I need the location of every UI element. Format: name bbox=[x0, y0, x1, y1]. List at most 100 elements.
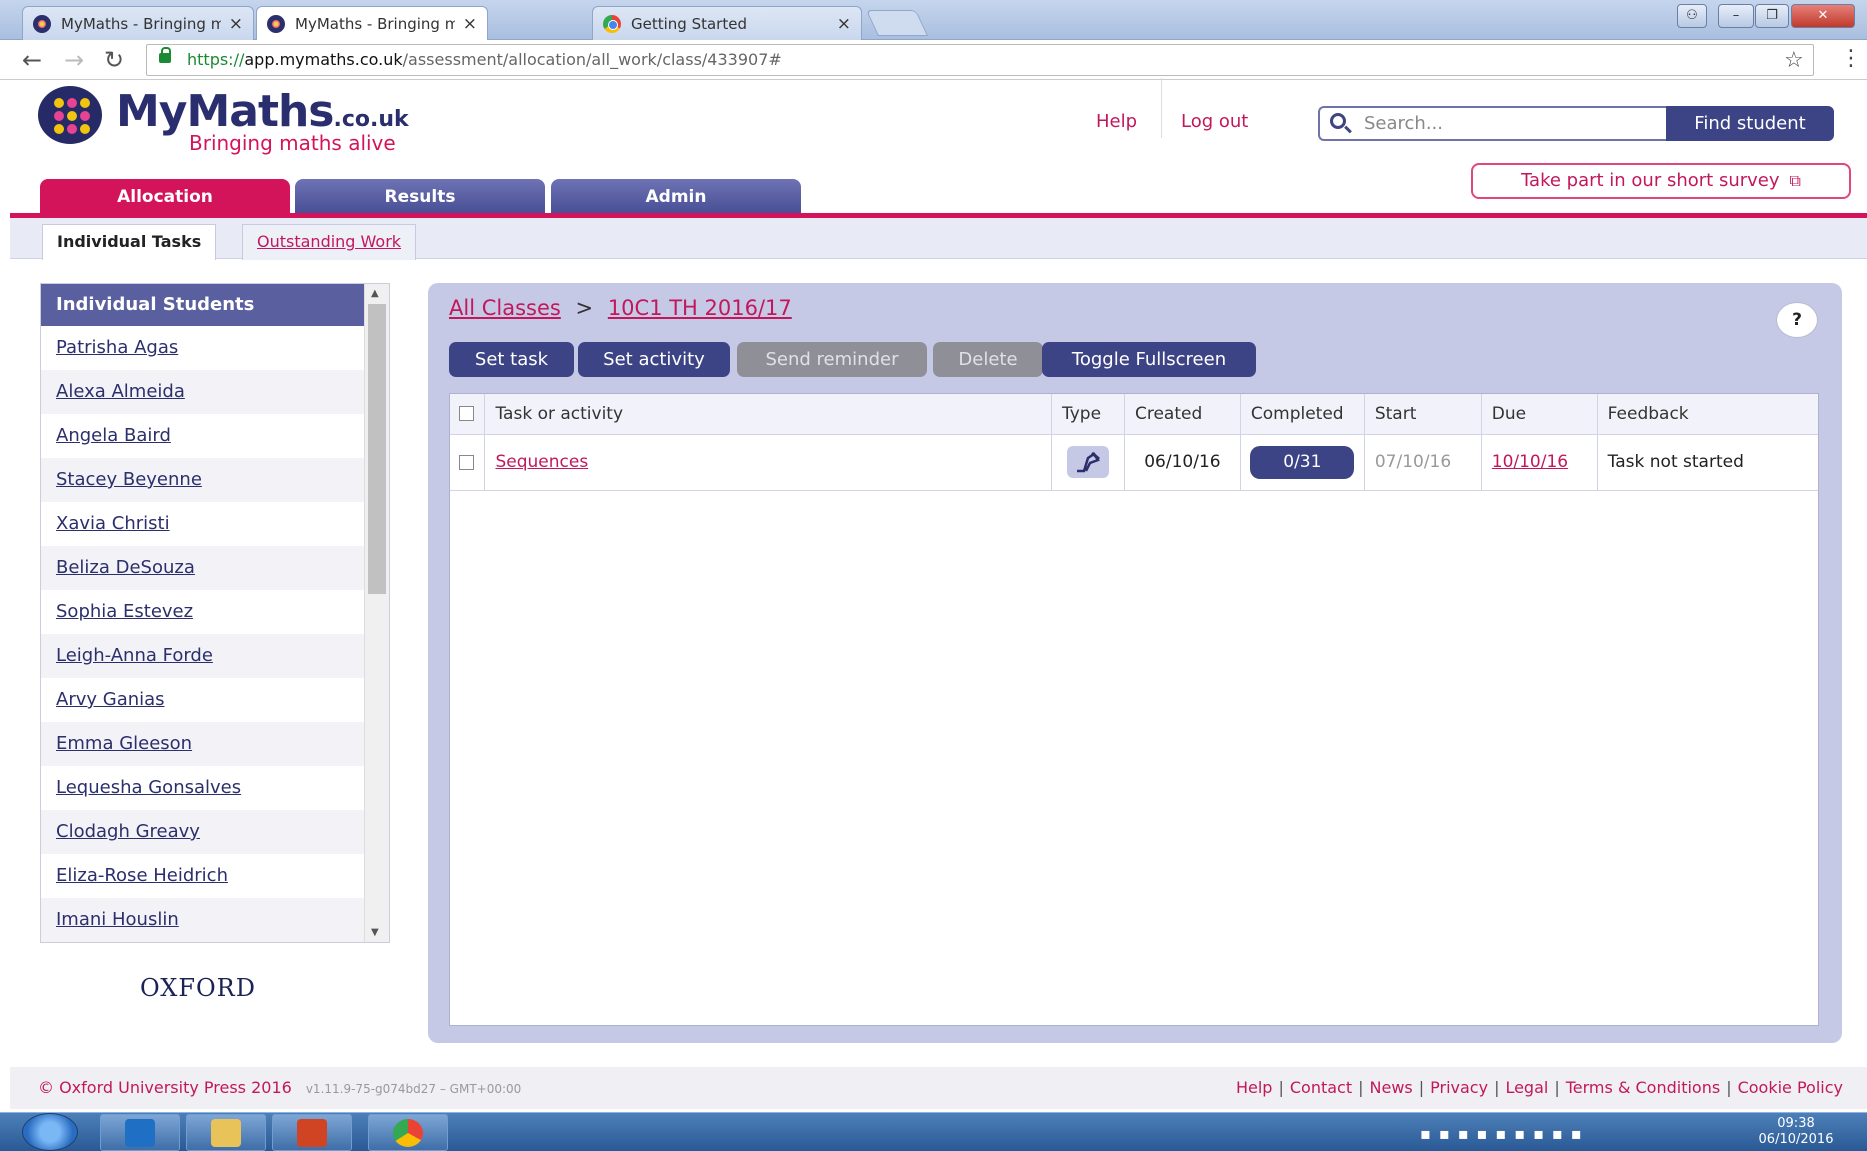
student-link[interactable]: Clodagh Greavy bbox=[41, 810, 364, 854]
new-tab-button[interactable] bbox=[865, 10, 929, 36]
windows-start-icon[interactable] bbox=[22, 1113, 78, 1151]
table-header-row: Task or activity Type Created Completed … bbox=[450, 394, 1818, 435]
footer-link-help[interactable]: Help bbox=[1236, 1078, 1272, 1097]
site-tagline: Bringing maths alive bbox=[189, 131, 396, 155]
search-icon bbox=[1330, 113, 1346, 129]
delete-button[interactable]: Delete bbox=[933, 342, 1043, 377]
breadcrumb-all-classes[interactable]: All Classes bbox=[449, 296, 561, 320]
scroll-up-icon[interactable]: ▲ bbox=[371, 288, 379, 299]
browser-tab[interactable]: MyMaths - Bringing mat × bbox=[22, 6, 254, 40]
student-link[interactable]: Eliza-Rose Heidrich bbox=[41, 854, 364, 898]
url-field[interactable]: https://app.mymaths.co.uk/assessment/all… bbox=[146, 44, 1814, 76]
close-window-icon[interactable]: ✕ bbox=[1791, 4, 1855, 28]
col-completed[interactable]: Completed bbox=[1240, 394, 1365, 435]
footer-link-news[interactable]: News bbox=[1370, 1078, 1413, 1097]
toggle-fullscreen-button[interactable]: Toggle Fullscreen bbox=[1042, 342, 1256, 377]
system-tray-icons[interactable]: ▪▪▪▪▪▪▪▪▪ bbox=[1420, 1124, 1590, 1143]
set-task-button[interactable]: Set task bbox=[449, 342, 574, 377]
bookmark-star-icon[interactable]: ☆ bbox=[1784, 48, 1804, 73]
select-all-checkbox[interactable] bbox=[459, 406, 474, 422]
browser-tab-title: Getting Started bbox=[631, 14, 747, 33]
outlook-icon[interactable] bbox=[100, 1114, 180, 1151]
footer-link-privacy[interactable]: Privacy bbox=[1430, 1078, 1488, 1097]
user-profile-icon[interactable]: ⚇ bbox=[1677, 4, 1707, 28]
browser-tab[interactable]: Getting Started × bbox=[592, 6, 862, 40]
subtab-outstanding-work[interactable]: Outstanding Work bbox=[242, 224, 417, 260]
row-checkbox[interactable] bbox=[459, 454, 474, 470]
task-link[interactable]: Sequences bbox=[495, 452, 588, 472]
sidebar-scrollbar[interactable]: ▲ ▼ bbox=[364, 284, 389, 942]
oxford-logo: OXFORD bbox=[140, 974, 256, 1002]
completed-cell: 0/31 bbox=[1240, 434, 1365, 490]
close-icon[interactable]: × bbox=[837, 14, 851, 34]
forward-icon[interactable]: → bbox=[64, 46, 84, 74]
student-link[interactable]: Alexa Almeida bbox=[41, 370, 364, 414]
student-link[interactable]: Patrisha Agas bbox=[41, 326, 364, 370]
browser-menu-icon[interactable]: ⋮ bbox=[1840, 46, 1862, 71]
footer-link-terms[interactable]: Terms & Conditions bbox=[1566, 1078, 1720, 1097]
student-link[interactable]: Beliza DeSouza bbox=[41, 546, 364, 590]
survey-button[interactable]: Take part in our short survey ⧉ bbox=[1471, 163, 1851, 199]
subtab-individual-tasks[interactable]: Individual Tasks bbox=[42, 224, 217, 260]
student-link[interactable]: Leigh-Anna Forde bbox=[41, 634, 364, 678]
col-start[interactable]: Start bbox=[1364, 394, 1482, 435]
restore-icon[interactable]: ❐ bbox=[1755, 4, 1789, 28]
logo-main-text: MyMaths bbox=[116, 86, 334, 137]
minimize-icon[interactable]: – bbox=[1718, 4, 1754, 28]
col-created[interactable]: Created bbox=[1124, 394, 1241, 435]
tab-results[interactable]: Results bbox=[295, 179, 545, 215]
site-logo[interactable]: MyMaths.co.uk bbox=[116, 86, 409, 137]
type-cell bbox=[1051, 434, 1125, 490]
tab-admin[interactable]: Admin bbox=[551, 179, 801, 215]
url-host: app.mymaths.co.uk bbox=[244, 50, 403, 69]
completed-count-button[interactable]: 0/31 bbox=[1250, 445, 1355, 479]
student-link[interactable]: Angela Baird bbox=[41, 414, 364, 458]
chrome-icon[interactable] bbox=[368, 1114, 448, 1151]
footer-link-legal[interactable]: Legal bbox=[1505, 1078, 1548, 1097]
copyright-text: © Oxford University Press 2016 bbox=[38, 1078, 292, 1097]
student-link[interactable]: Xavia Christi bbox=[41, 502, 364, 546]
tasks-table-container: Task or activity Type Created Completed … bbox=[449, 393, 1819, 1026]
reload-icon[interactable]: ↻ bbox=[104, 46, 124, 74]
student-link[interactable]: Stacey Beyenne bbox=[41, 458, 364, 502]
browser-tab-active[interactable]: MyMaths - Bringing mat × bbox=[256, 6, 488, 41]
created-cell: 06/10/16 bbox=[1124, 434, 1241, 490]
find-student-button[interactable]: Find student bbox=[1666, 106, 1834, 141]
breadcrumb-current-class[interactable]: 10C1 TH 2016/17 bbox=[608, 296, 792, 320]
taskbar-clock[interactable]: 09:38 06/10/2016 bbox=[1746, 1116, 1846, 1148]
scroll-down-icon[interactable]: ▼ bbox=[371, 927, 379, 938]
due-date-link[interactable]: 10/10/16 bbox=[1492, 452, 1568, 472]
search-input[interactable]: Search... bbox=[1318, 106, 1666, 141]
col-feedback[interactable]: Feedback bbox=[1597, 394, 1818, 435]
help-button[interactable]: ? bbox=[1776, 302, 1818, 338]
set-activity-button[interactable]: Set activity bbox=[578, 342, 730, 377]
start-cell: 07/10/16 bbox=[1364, 434, 1482, 490]
mymaths-favicon-icon bbox=[33, 14, 51, 33]
send-reminder-button[interactable]: Send reminder bbox=[737, 342, 927, 377]
student-link[interactable]: Sophia Estevez bbox=[41, 590, 364, 634]
col-type[interactable]: Type bbox=[1051, 394, 1125, 435]
feedback-cell: Task not started bbox=[1607, 452, 1744, 472]
student-link[interactable]: Imani Houslin bbox=[41, 898, 364, 942]
student-link[interactable]: Lequesha Gonsalves bbox=[41, 766, 364, 810]
back-icon[interactable]: ← bbox=[22, 46, 42, 74]
student-link[interactable]: Arvy Ganias bbox=[41, 678, 364, 722]
footer-link-cookies[interactable]: Cookie Policy bbox=[1738, 1078, 1843, 1097]
close-icon[interactable]: × bbox=[463, 14, 477, 34]
footer-link-contact[interactable]: Contact bbox=[1290, 1078, 1352, 1097]
homework-task-icon[interactable] bbox=[1066, 446, 1109, 478]
logout-link[interactable]: Log out bbox=[1181, 111, 1248, 132]
tab-allocation[interactable]: Allocation bbox=[40, 179, 290, 215]
due-cell: 10/10/16 bbox=[1481, 434, 1598, 490]
lock-icon bbox=[159, 47, 171, 63]
student-link[interactable]: Emma Gleeson bbox=[41, 722, 364, 766]
col-task[interactable]: Task or activity bbox=[484, 394, 1052, 435]
powerpoint-icon[interactable] bbox=[272, 1114, 352, 1151]
scrollbar-thumb[interactable] bbox=[368, 304, 386, 594]
close-icon[interactable]: × bbox=[229, 14, 243, 34]
col-due[interactable]: Due bbox=[1481, 394, 1598, 435]
select-all-cell bbox=[450, 394, 486, 435]
mymaths-logo-icon[interactable] bbox=[38, 86, 102, 144]
help-link[interactable]: Help bbox=[1096, 111, 1137, 132]
explorer-folder-icon[interactable] bbox=[186, 1114, 266, 1151]
